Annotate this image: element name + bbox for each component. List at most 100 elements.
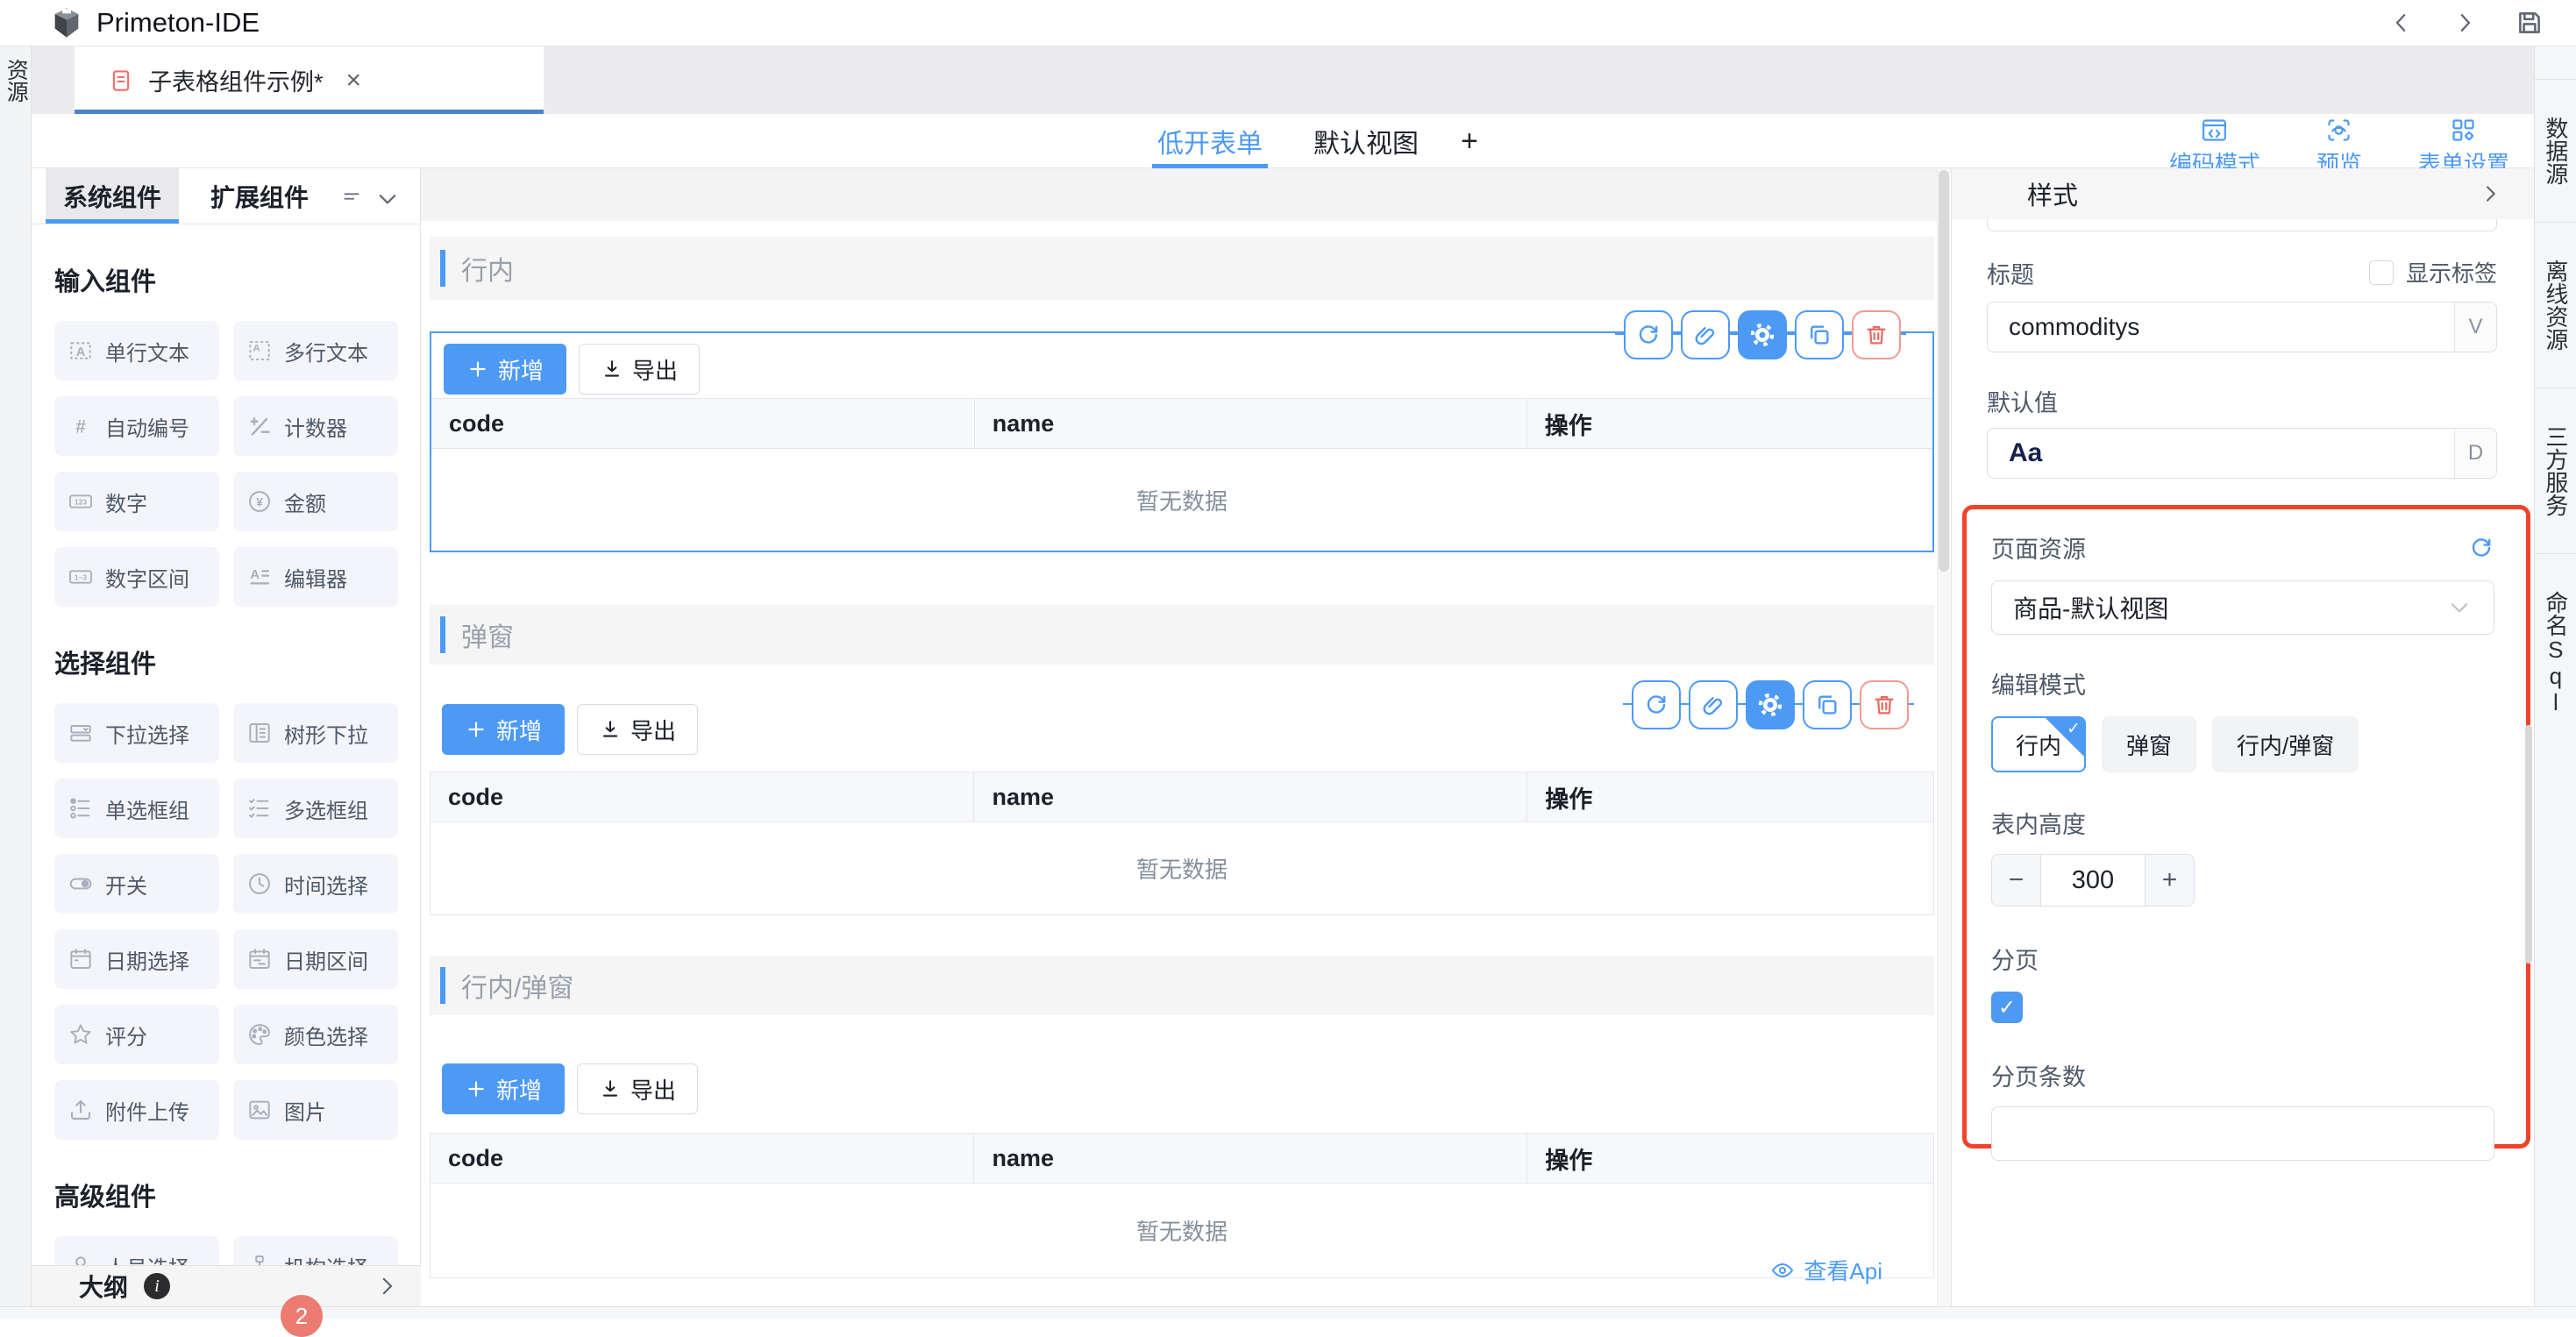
component-item[interactable]: 日期区间 — [233, 929, 398, 989]
delete-icon[interactable] — [1852, 310, 1901, 359]
copy-icon[interactable] — [1803, 680, 1852, 729]
component-item[interactable]: 123 数字 — [54, 472, 219, 531]
gear-icon[interactable] — [1738, 310, 1787, 359]
column-header-code[interactable]: code — [431, 772, 974, 821]
add-row-button[interactable]: 新增 — [442, 704, 565, 755]
outline-bar[interactable]: 大纲 i — [32, 1265, 421, 1306]
right-rail-tab[interactable]: 离线资源 — [2535, 222, 2576, 388]
component-item[interactable]: 人员选择 — [54, 1236, 219, 1265]
component-item[interactable]: 日期选择 — [54, 929, 219, 989]
column-header-name[interactable]: name — [974, 772, 1527, 821]
column-header-code[interactable]: code — [431, 399, 975, 448]
component-item[interactable]: A 编辑器 — [233, 547, 398, 607]
sidebar-tabs: 系统组件 扩展组件 — [32, 168, 420, 224]
group-title-advanced: 高级组件 — [54, 1177, 399, 1213]
gear-icon[interactable] — [1746, 680, 1795, 729]
link-icon[interactable] — [1689, 680, 1738, 729]
subtable-widget-inline-selected[interactable]: 新增 导出 code name 操作 暂无数据 — [430, 331, 1934, 552]
tab-extension-components[interactable]: 扩展组件 — [193, 168, 326, 224]
component-item[interactable]: 评分 — [54, 1005, 219, 1064]
switch-icon — [67, 870, 95, 898]
document-tab[interactable]: 子表格组件示例* × — [75, 46, 544, 114]
section-header-inline[interactable]: 行内 — [430, 237, 1934, 300]
chevron-down-icon[interactable] — [374, 186, 401, 212]
table-height-label: 表内高度 — [1991, 806, 2494, 840]
page-size-input[interactable] — [1991, 1106, 2494, 1161]
add-row-button[interactable]: 新增 — [442, 1063, 565, 1114]
right-rail-tab[interactable]: 数据源 — [2535, 79, 2576, 222]
component-item[interactable]: 颜色选择 — [233, 1005, 398, 1064]
add-row-button[interactable]: 新增 — [444, 344, 566, 395]
edit-mode-option[interactable]: 弹窗 — [2102, 716, 2196, 772]
component-item[interactable]: 树形下拉 — [233, 703, 398, 763]
subtable-inline-dialog[interactable]: code name 操作 暂无数据 — [430, 1133, 1934, 1278]
page-resource-select[interactable]: 商品-默认视图 — [1991, 580, 2494, 635]
column-header-actions[interactable]: 操作 — [1527, 399, 1932, 448]
plus-button[interactable]: + — [2145, 855, 2194, 906]
table-height-value[interactable]: 300 — [2041, 855, 2145, 906]
view-api-link[interactable]: 查看Api — [1770, 1254, 1882, 1286]
view-tab[interactable]: 低开表单 — [1157, 114, 1263, 168]
text-multi-icon: A — [246, 337, 274, 365]
inspector-scrollbar-thumb[interactable] — [2525, 725, 2532, 964]
delete-icon[interactable] — [1860, 680, 1909, 729]
export-button[interactable]: 导出 — [577, 704, 698, 755]
edit-mode-option[interactable]: 行内 — [1991, 716, 2086, 772]
component-item[interactable]: A 多行文本 — [233, 321, 398, 380]
section-header-dialog[interactable]: 弹窗 — [430, 605, 1934, 665]
scrollbar-thumb[interactable] — [1939, 170, 1949, 572]
component-item[interactable]: 下拉选择 — [54, 703, 219, 763]
component-item[interactable]: 计数器 — [233, 396, 398, 456]
chevron-right-icon[interactable] — [374, 1273, 400, 1299]
section-header-inline-dialog[interactable]: 行内/弹窗 — [430, 956, 1934, 1015]
show-label-checkbox[interactable] — [2369, 260, 2394, 285]
copy-icon[interactable] — [1795, 310, 1844, 359]
default-value-input[interactable]: Aa D — [1987, 428, 2497, 479]
component-item[interactable]: 图片 — [233, 1080, 398, 1140]
component-item[interactable]: A 单行文本 — [54, 321, 219, 380]
component-item[interactable]: 附件上传 — [54, 1080, 219, 1140]
close-icon[interactable]: × — [346, 66, 362, 96]
edit-mode-option[interactable]: 行内/弹窗 — [2212, 716, 2359, 772]
minus-button[interactable]: − — [1992, 855, 2041, 906]
export-button[interactable]: 导出 — [579, 344, 700, 395]
subtable-dialog[interactable]: code name 操作 暂无数据 — [430, 772, 1934, 915]
tab-system-components[interactable]: 系统组件 — [46, 168, 179, 224]
resource-rail-tab[interactable]: 资源 — [3, 59, 29, 103]
right-rail-tab[interactable]: 命名Sql — [2535, 553, 2576, 752]
title-input[interactable]: commoditys V — [1987, 302, 2497, 352]
refresh-icon[interactable] — [1624, 310, 1673, 359]
canvas-scrollbar[interactable] — [1937, 168, 1951, 1306]
save-icon[interactable] — [2515, 8, 2544, 38]
list-menu-icon[interactable] — [340, 185, 363, 208]
history-back-icon[interactable] — [2388, 10, 2415, 36]
component-item[interactable]: 单选框组 — [54, 779, 219, 838]
tree-select-icon — [246, 719, 274, 747]
refresh-icon[interactable] — [2468, 535, 2494, 561]
dynamic-suffix-button[interactable]: D — [2454, 429, 2496, 478]
column-header-actions[interactable]: 操作 — [1527, 772, 1933, 821]
column-header-code[interactable]: code — [431, 1134, 974, 1183]
variable-suffix-button[interactable]: V — [2454, 302, 2496, 352]
pagination-checkbox[interactable]: ✓ — [1991, 992, 2023, 1023]
column-header-name[interactable]: name — [975, 399, 1527, 448]
component-item[interactable]: 机构选择 — [233, 1236, 398, 1265]
component-item[interactable]: 1~3 数字区间 — [54, 547, 219, 607]
refresh-icon[interactable] — [1632, 680, 1681, 729]
right-rail-tab[interactable]: 三方服务 — [2535, 388, 2576, 553]
property-inspector: 基础 标题 显示标签 commoditys V 默认值 Aa D 页面资源 商品… — [1951, 168, 2534, 1306]
history-forward-icon[interactable] — [2451, 10, 2478, 36]
component-item[interactable]: 时间选择 — [233, 854, 398, 914]
column-header-name[interactable]: name — [974, 1134, 1527, 1183]
add-view-button[interactable]: + — [1461, 114, 1478, 168]
component-item[interactable]: 多选框组 — [233, 779, 398, 838]
collapsed-section-row[interactable]: 样式 — [1952, 168, 2534, 219]
view-tab[interactable]: 默认视图 — [1313, 114, 1419, 168]
component-item[interactable]: 开关 — [54, 854, 219, 914]
component-item[interactable]: ¥ 金额 — [233, 472, 398, 531]
person-icon — [67, 1252, 95, 1265]
component-item[interactable]: # 自动编号 — [54, 396, 219, 456]
export-button[interactable]: 导出 — [577, 1063, 698, 1114]
column-header-actions[interactable]: 操作 — [1527, 1134, 1933, 1183]
link-icon[interactable] — [1681, 310, 1730, 359]
